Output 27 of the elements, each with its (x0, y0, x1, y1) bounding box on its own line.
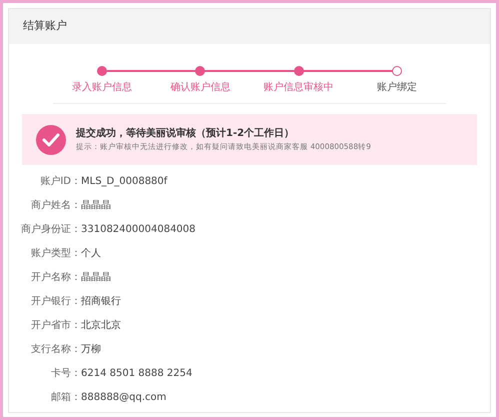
step-label: 确认账户信息 (170, 80, 230, 95)
field-label: 商户姓名： (30, 198, 81, 212)
field-label: 邮箱： (50, 390, 81, 404)
field-label: 开户银行： (30, 294, 81, 308)
field-value: 6214 8501 8888 2254 (81, 366, 192, 380)
field-value: 招商银行 (81, 294, 121, 308)
field-label: 开户省市： (30, 318, 81, 332)
step-label: 账户绑定 (376, 80, 417, 95)
field-value: 北京北京 (81, 318, 121, 332)
field-value: 万柳 (81, 342, 101, 356)
field-label: 商户身份证： (20, 222, 81, 236)
field-value: 晶晶晶 (81, 198, 111, 212)
field-value: 331082400004084008 (81, 222, 196, 236)
field-value: MLS_D_0008880f (81, 174, 168, 188)
field-label: 支行名称： (30, 342, 81, 356)
step-label: 录入账户信息 (72, 80, 132, 95)
field-value: 晶晶晶 (81, 270, 111, 284)
check-icon (36, 124, 66, 154)
step-label: 账户信息审核中 (264, 80, 334, 95)
card-title: 结算账户 (23, 18, 67, 34)
field-label: 账户ID： (39, 174, 81, 188)
field-label: 账户类型： (30, 246, 81, 260)
field-value: 个人 (81, 246, 101, 260)
field-label: 开户名称： (30, 270, 81, 284)
alert-title: 提交成功，等待美丽说审核（预计1-2个工作日） (76, 126, 296, 142)
field-value: 888888@qq.com (81, 390, 166, 404)
field-label: 卡号： (50, 366, 81, 380)
